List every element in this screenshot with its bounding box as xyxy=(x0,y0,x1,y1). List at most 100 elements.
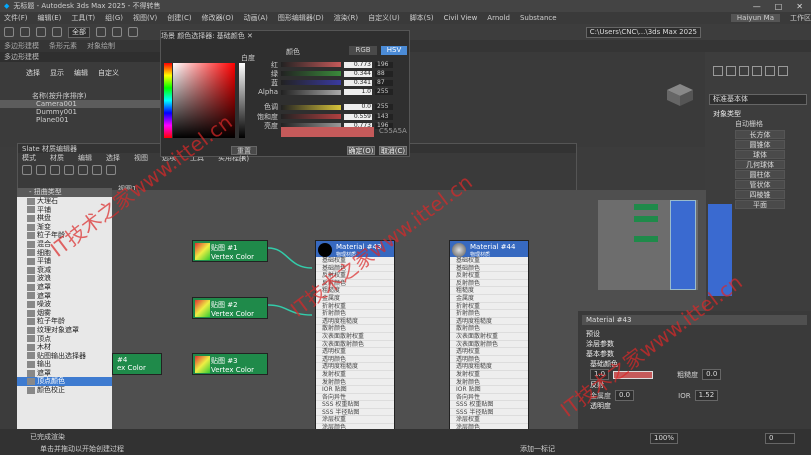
column-header[interactable]: 名称(按升序排序) xyxy=(0,92,160,100)
user-account[interactable]: Haiyun Ma xyxy=(730,14,780,22)
minimize-button[interactable]: — xyxy=(753,2,761,11)
channel-value-field[interactable]: 0.773 xyxy=(344,61,372,68)
tab-edit[interactable]: 编辑 xyxy=(74,68,88,78)
browser-map-item[interactable]: 木材 xyxy=(17,343,112,352)
menu-arnold[interactable]: Arnold xyxy=(487,14,510,22)
ior-field[interactable]: 1.52 xyxy=(694,390,719,401)
coating-rollout[interactable]: 涂层参数 xyxy=(578,339,811,349)
material-slot[interactable]: 散射颜色 xyxy=(450,325,528,333)
material-slot[interactable]: SSS 权重贴图 xyxy=(316,401,394,409)
slate-menu-modes[interactable]: 模式 xyxy=(22,153,36,162)
browser-map-item[interactable]: 波浪 xyxy=(17,274,112,283)
add-time-tag[interactable]: 添加一标记 xyxy=(520,444,555,454)
box-button[interactable]: 长方体 xyxy=(735,130,785,139)
menu-substance[interactable]: Substance xyxy=(520,14,557,22)
base-weight-field[interactable]: 1.0 xyxy=(590,369,610,380)
zoom-dropdown[interactable]: 100% xyxy=(650,433,679,444)
show-map-icon[interactable] xyxy=(92,165,102,175)
material-slot[interactable]: 涂层权重 xyxy=(450,416,528,425)
browser-map-item[interactable]: 贴图输出选择器 xyxy=(17,352,112,361)
scene-object-dummy[interactable]: Dummy001 xyxy=(0,108,160,116)
tab-display[interactable]: 显示 xyxy=(50,68,64,78)
menu-rendering[interactable]: 渲染(R) xyxy=(334,13,358,23)
material-slot[interactable]: 金属度 xyxy=(316,295,394,303)
roughness-field[interactable]: 0.0 xyxy=(702,369,722,380)
menu-animation[interactable]: 动画(A) xyxy=(244,13,268,23)
basic-params-rollout[interactable]: 基本参数 xyxy=(578,349,811,359)
brightness-strip[interactable] xyxy=(239,63,245,138)
material-slot[interactable]: 涂层权重 xyxy=(316,416,394,425)
layout-icon[interactable] xyxy=(78,165,88,175)
material-slot[interactable]: 反射权重 xyxy=(316,272,394,280)
vertex-color-node-4[interactable]: #4 ex Color xyxy=(112,353,162,375)
channel-int-field[interactable]: 87 xyxy=(375,79,393,86)
color-gradient-area[interactable] xyxy=(173,63,235,138)
browser-map-item[interactable]: 平铺 xyxy=(17,206,112,215)
material-slot[interactable]: 粗糙度 xyxy=(450,287,528,295)
slate-menu-select[interactable]: 选择 xyxy=(106,153,120,162)
menu-civil-view[interactable]: Civil View xyxy=(444,14,478,22)
browser-map-item[interactable]: 顶点颜色 xyxy=(17,377,112,387)
unlink-icon[interactable] xyxy=(52,27,62,37)
browser-group-header[interactable]: - 扭曲类型 xyxy=(17,188,112,197)
material-slot[interactable]: 基础权重 xyxy=(316,257,394,265)
channel-value-field[interactable]: 0.559 xyxy=(344,113,372,120)
material-slot[interactable]: 基础权重 xyxy=(450,257,528,265)
material-slot[interactable]: IOR 贴图 xyxy=(450,386,528,394)
menu-view[interactable]: 视图(V) xyxy=(133,13,157,23)
channel-int-field[interactable]: 143 xyxy=(375,113,393,120)
channel-value-field[interactable]: 0.0 xyxy=(344,104,372,111)
cancel-button[interactable]: 取消(C) xyxy=(379,146,407,155)
browser-map-item[interactable]: 粒子年龄 xyxy=(17,317,112,326)
channel-value-field[interactable]: 0.344 xyxy=(344,70,372,77)
select-icon[interactable] xyxy=(96,27,106,37)
hsv-mode-button[interactable]: HSV xyxy=(381,46,407,55)
rgb-mode-button[interactable]: RGB xyxy=(349,46,377,55)
material-slot[interactable]: 次表面散射颜色 xyxy=(316,341,394,349)
motion-tab-icon[interactable] xyxy=(752,66,762,76)
vertex-color-node-2[interactable]: 贴图 #2 Vertex Color xyxy=(192,297,268,319)
vertex-color-node-3[interactable]: 贴图 #3 Vertex Color xyxy=(192,353,268,375)
close-button[interactable]: ✕ xyxy=(796,2,803,11)
hue-strip[interactable] xyxy=(164,63,172,138)
move-icon[interactable] xyxy=(112,27,122,37)
link-icon[interactable] xyxy=(36,27,46,37)
browser-map-item[interactable]: 颜色校正 xyxy=(17,386,112,395)
menu-customize[interactable]: 自定义(U) xyxy=(368,13,400,23)
tab-select[interactable]: 选择 xyxy=(26,68,40,78)
metalness-field[interactable]: 0.0 xyxy=(615,390,635,401)
channel-value-field[interactable]: 0.341 xyxy=(344,79,372,86)
material-slot[interactable]: 次表面散射颜色 xyxy=(450,341,528,349)
material-slot[interactable]: 粗糙度 xyxy=(316,287,394,295)
menu-scripting[interactable]: 脚本(S) xyxy=(410,13,434,23)
project-path-dropdown[interactable]: C:\Users\CNC\...\3ds Max 2025 xyxy=(585,26,701,38)
browser-map-item[interactable]: 噪波 xyxy=(17,300,112,309)
material-slot[interactable]: 发射颜色 xyxy=(450,379,528,387)
menu-group[interactable]: 组(G) xyxy=(105,13,123,23)
display-tab-icon[interactable] xyxy=(765,66,775,76)
frame-field[interactable]: 0 xyxy=(765,433,795,444)
material-slot[interactable]: 反射权重 xyxy=(450,272,528,280)
scene-object-camera[interactable]: Camera001 xyxy=(0,100,160,108)
hex-value[interactable]: C55A5A xyxy=(379,127,407,135)
channel-value-field[interactable]: 1.0 xyxy=(344,89,372,96)
redo-icon[interactable] xyxy=(20,27,30,37)
channel-int-field[interactable]: 255 xyxy=(375,104,393,111)
picker-close-icon[interactable]: ✕ xyxy=(247,32,257,40)
material-slot[interactable]: 透明权重 xyxy=(316,348,394,356)
viewport[interactable] xyxy=(410,52,705,147)
menu-tools[interactable]: 工具(T) xyxy=(71,13,95,23)
channel-slider[interactable] xyxy=(281,104,341,110)
slate-menu-view[interactable]: 视图 xyxy=(134,153,148,162)
slate-menu-edit[interactable]: 编辑 xyxy=(78,153,92,162)
delete-icon[interactable] xyxy=(64,165,74,175)
undo-icon[interactable] xyxy=(4,27,14,37)
material-slot[interactable]: SSS 权重贴图 xyxy=(450,401,528,409)
primitive-type-dropdown[interactable]: 标准基本体 xyxy=(709,94,807,105)
menu-file[interactable]: 文件(F) xyxy=(4,13,28,23)
utilities-tab-icon[interactable] xyxy=(778,66,788,76)
rotate-icon[interactable] xyxy=(128,27,138,37)
select-tool-icon[interactable] xyxy=(22,165,32,175)
slate-menu-material[interactable]: 材质 xyxy=(50,153,64,162)
browser-map-item[interactable]: 混合 xyxy=(17,240,112,249)
